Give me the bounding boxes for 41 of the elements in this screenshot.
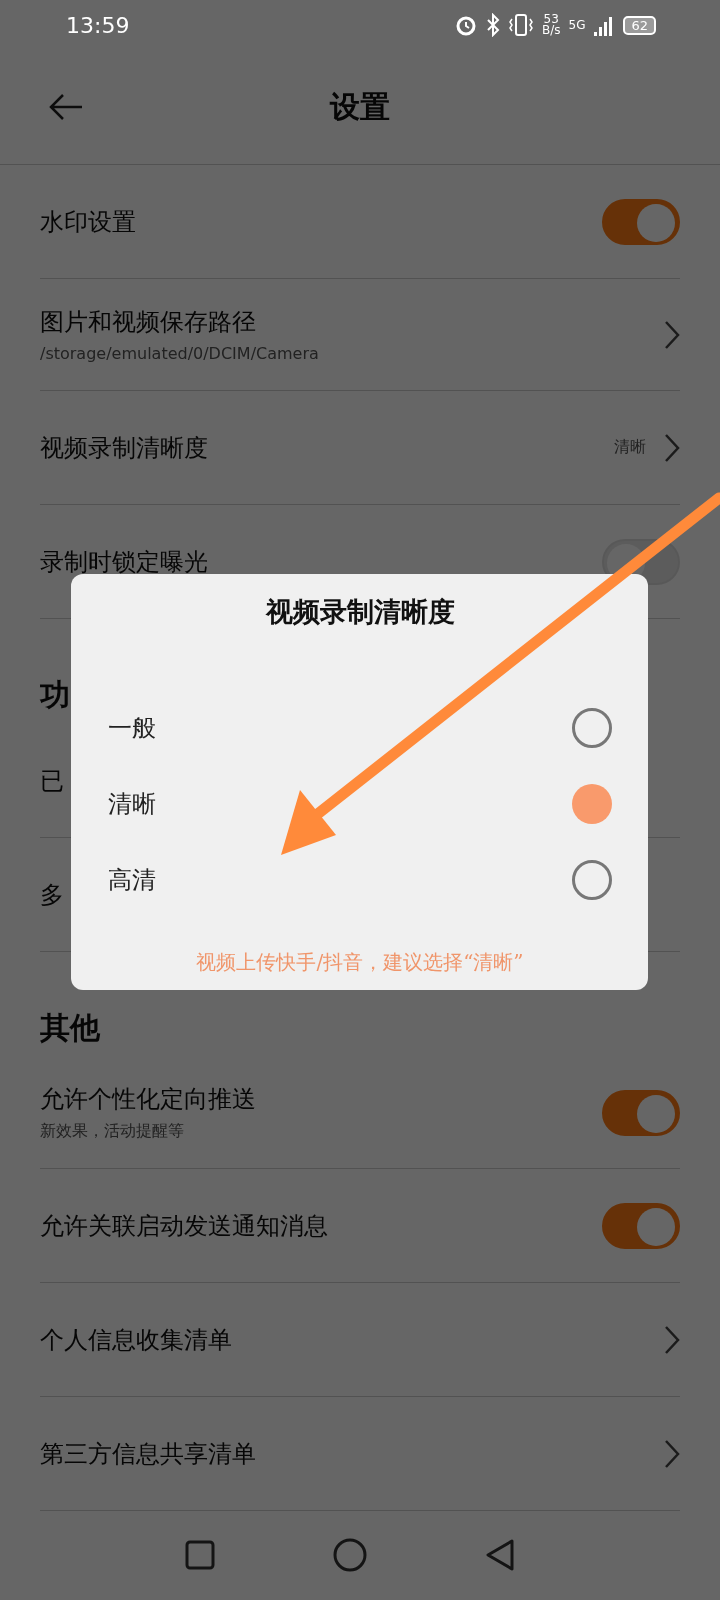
option-label[interactable]: 高清 <box>108 864 156 896</box>
dialog-title: 视频录制清晰度 <box>264 595 456 629</box>
home-icon[interactable] <box>333 1538 367 1572</box>
net-speed-unit: B/s <box>542 25 561 36</box>
setting-subtitle: /storage/emulated/0/DCIM/Camera <box>40 344 319 363</box>
section-title: 其他 <box>40 1009 100 1047</box>
hint-text: 视频上传快手/抖音，建议选择“清晰” <box>195 949 525 976</box>
vibrate-icon <box>508 13 534 37</box>
radio-button[interactable] <box>572 708 612 748</box>
chevron-icon <box>664 1438 680 1469</box>
setting-label[interactable]: 允许关联启动发送通知消息 <box>40 1209 328 1242</box>
toggle-switch[interactable] <box>602 198 680 245</box>
clock: 13:59 <box>66 12 130 38</box>
setting-label[interactable]: 视频录制清晰度 <box>40 431 208 464</box>
back-icon[interactable] <box>485 1538 515 1572</box>
setting-label[interactable]: 允许个性化定向推送 <box>40 1083 256 1115</box>
chevron-icon <box>664 1324 680 1355</box>
network-type: 5G <box>568 18 586 32</box>
setting-label[interactable]: 录制时锁定曝光 <box>40 545 208 578</box>
page-title: 设置 <box>330 87 390 126</box>
battery-level: 62 <box>623 15 656 35</box>
setting-label[interactable]: 水印设置 <box>40 205 136 238</box>
option-label[interactable]: 一般 <box>108 712 156 744</box>
toggle-switch[interactable] <box>602 1089 680 1136</box>
chevron-icon <box>664 432 680 463</box>
bluetooth-icon <box>486 13 500 37</box>
toggle-switch[interactable] <box>602 1202 680 1249</box>
setting-label[interactable]: 已 <box>40 764 64 797</box>
radio-button[interactable] <box>572 860 612 900</box>
setting-label[interactable]: 多 <box>40 878 64 911</box>
setting-label[interactable]: 第三方信息共享清单 <box>40 1437 256 1470</box>
setting-label[interactable]: 个人信息收集清单 <box>40 1323 232 1356</box>
net-speed: 53 <box>543 14 559 25</box>
recents-icon[interactable] <box>185 1540 215 1570</box>
setting-value: 清晰 <box>614 437 646 458</box>
chevron-icon <box>664 319 680 350</box>
section-title: 功 <box>40 676 70 714</box>
setting-label[interactable]: 图片和视频保存路径 <box>40 306 319 338</box>
option-label[interactable]: 清晰 <box>108 788 156 820</box>
setting-subtitle: 新效果，活动提醒等 <box>40 1121 185 1142</box>
radio-button[interactable] <box>572 784 612 824</box>
